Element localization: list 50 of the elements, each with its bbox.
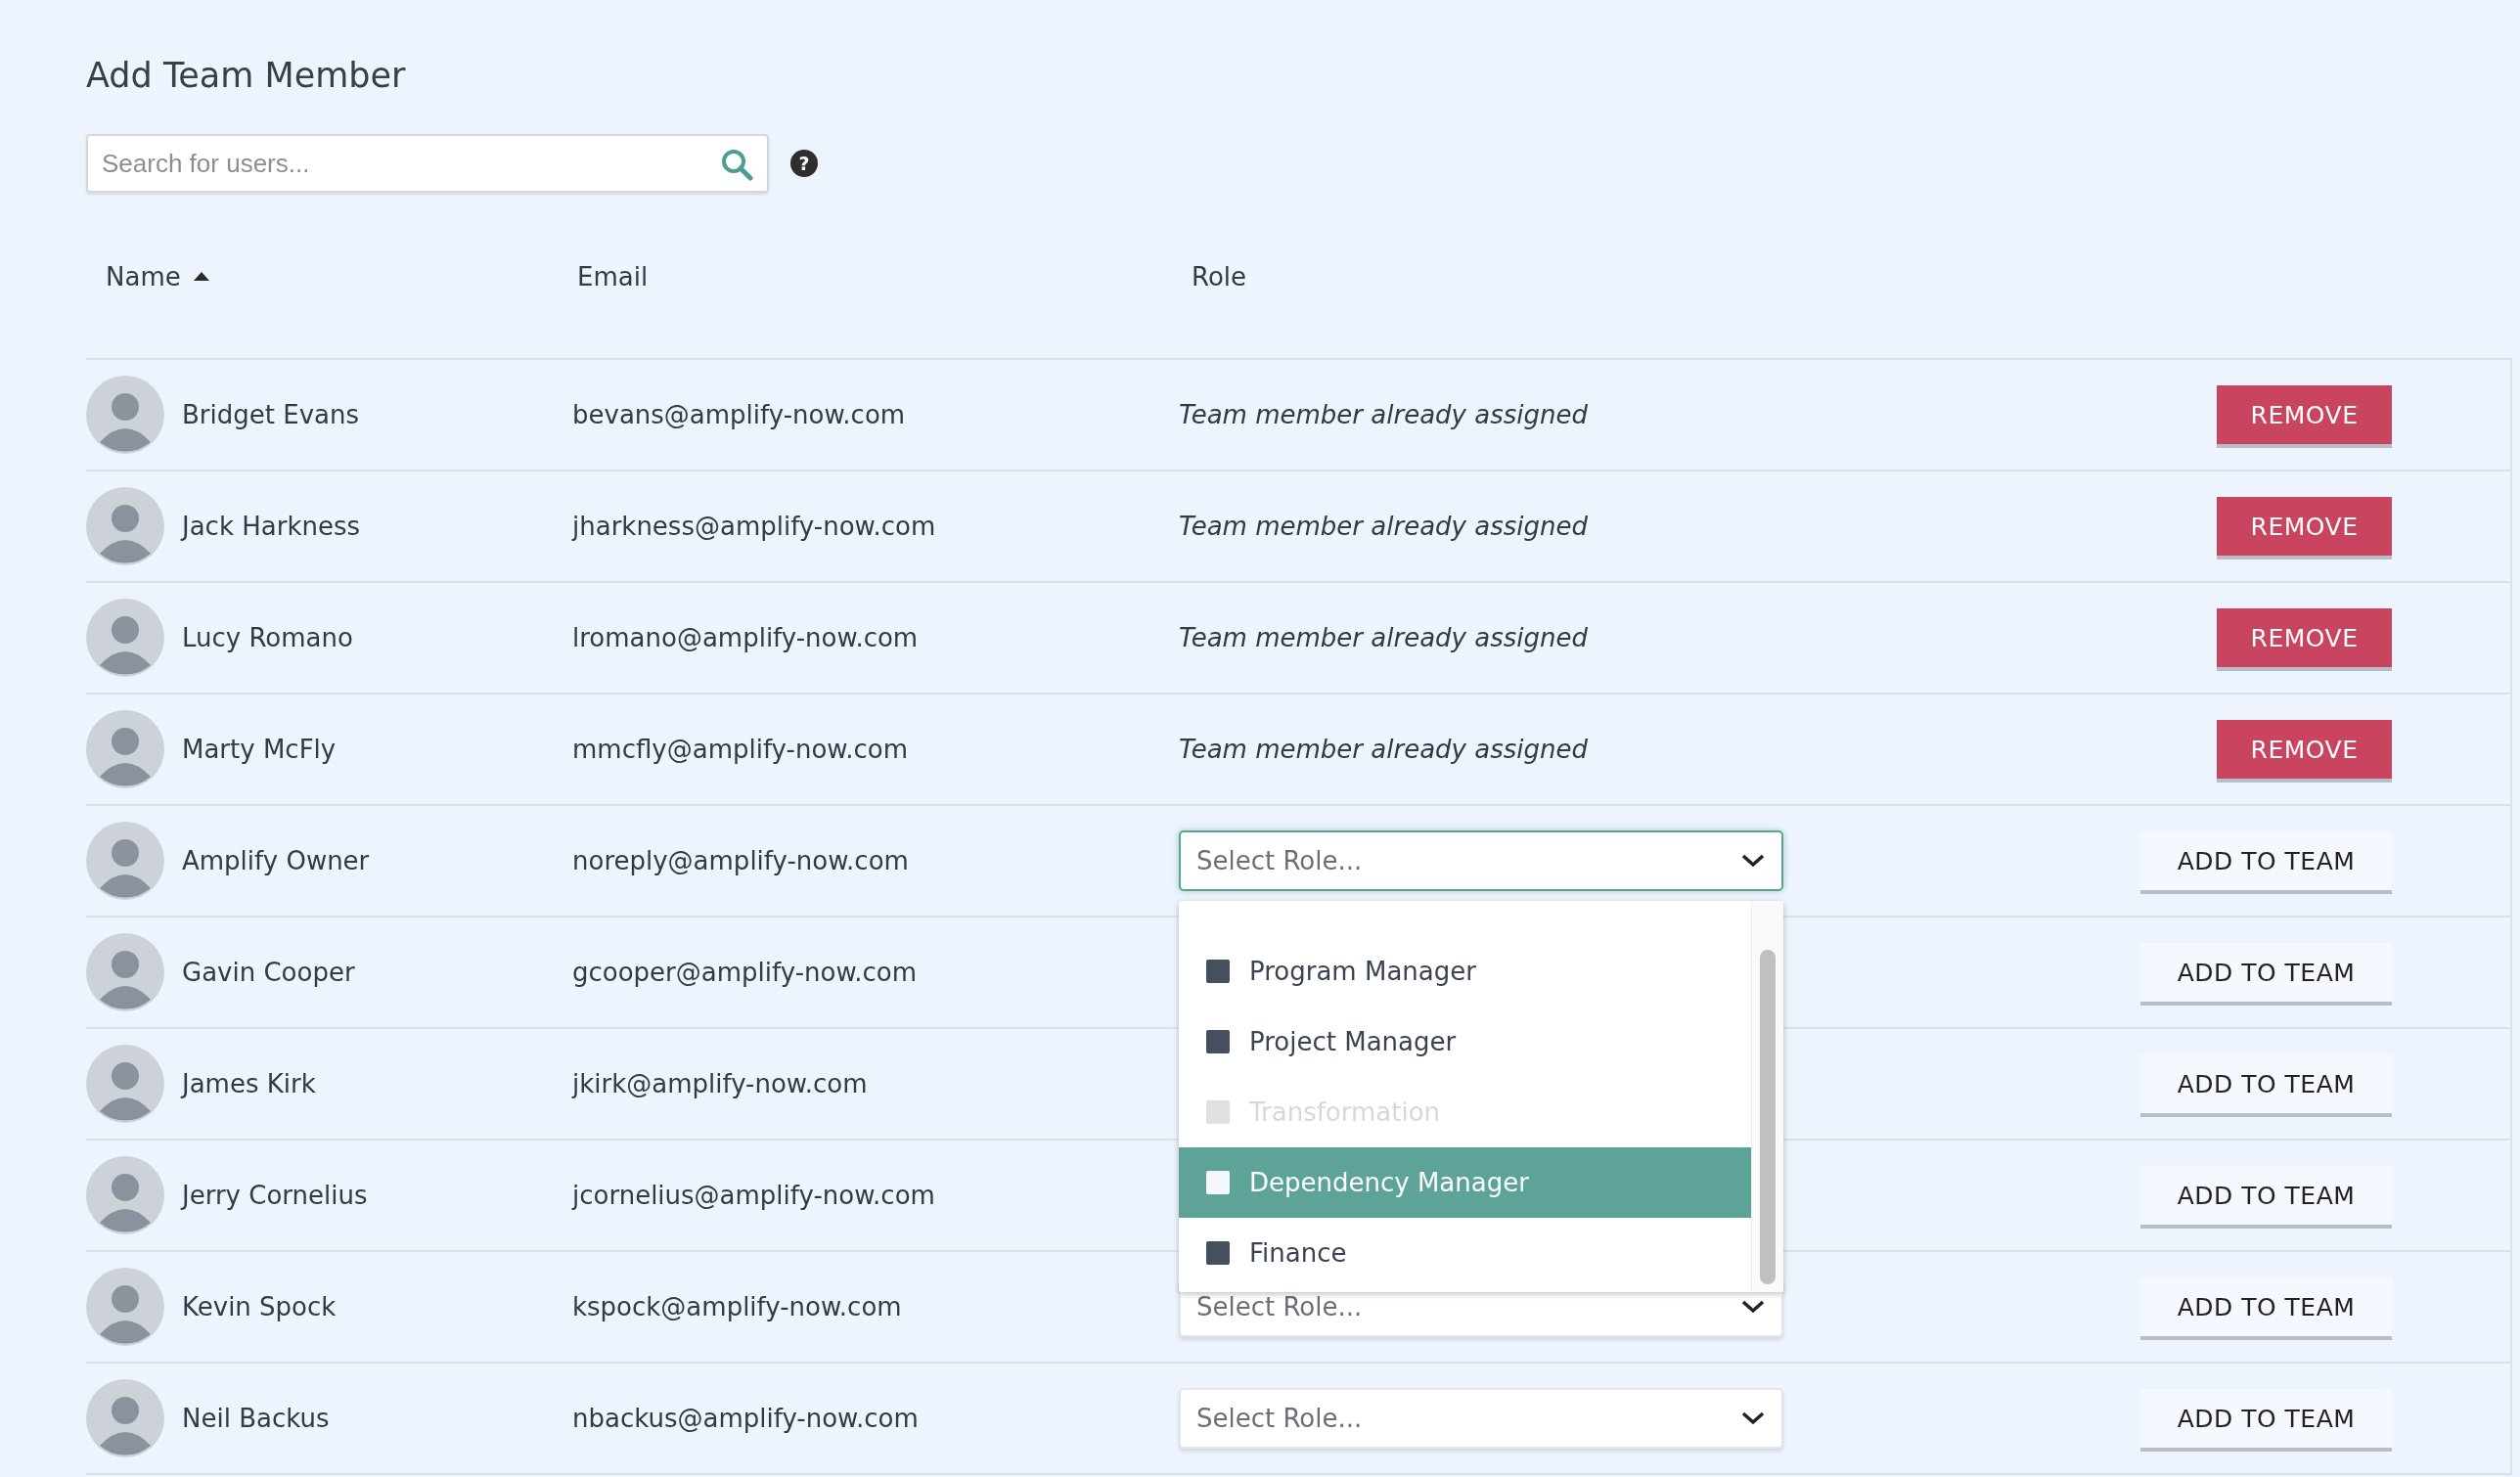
member-email: gcooper@amplify-now.com	[572, 958, 918, 987]
member-email: jkirk@amplify-now.com	[572, 1069, 868, 1098]
scrollbar[interactable]	[1751, 901, 1783, 1292]
member-name: James Kirk	[182, 1069, 316, 1098]
chevron-down-icon[interactable]	[1740, 1299, 1766, 1315]
assigned-note: Team member already assigned	[1179, 512, 1588, 541]
member-email: jcornelius@amplify-now.com	[572, 1181, 935, 1210]
member-email: lromano@amplify-now.com	[572, 623, 919, 652]
person-icon	[86, 822, 164, 900]
member-name: Neil Backus	[182, 1404, 330, 1433]
page-title: Add Team Member	[86, 56, 407, 95]
assigned-note: Team member already assigned	[1179, 735, 1588, 764]
chevron-down-icon[interactable]	[1740, 853, 1766, 869]
member-name: Lucy Romano	[182, 623, 353, 652]
member-name: Gavin Cooper	[182, 958, 355, 987]
person-icon	[86, 1268, 164, 1346]
column-header[interactable]: Name	[106, 261, 181, 291]
assigned-note: Team member already assigned	[1179, 623, 1588, 652]
member-email: jharkness@amplify-now.com	[572, 512, 936, 541]
member-email: noreply@amplify-now.com	[572, 846, 909, 875]
role-select[interactable]: Select Role...	[1179, 830, 1783, 891]
member-name: Marty McFly	[182, 735, 337, 764]
member-email: nbackus@amplify-now.com	[572, 1404, 919, 1433]
person-icon	[86, 1156, 164, 1234]
column-header[interactable]: Role	[1192, 261, 1247, 291]
role-option[interactable]: Project Manager	[1179, 1007, 1751, 1077]
search-field[interactable]: Search for users...	[86, 134, 769, 193]
member-email: kspock@amplify-now.com	[572, 1292, 902, 1321]
search-icon[interactable]	[720, 148, 753, 181]
person-icon	[86, 1379, 164, 1457]
member-name: Jack Harkness	[182, 512, 360, 541]
person-icon	[86, 710, 164, 788]
person-icon	[86, 933, 164, 1011]
person-icon	[86, 1045, 164, 1123]
help-icon[interactable]: ?	[790, 150, 818, 177]
chevron-down-icon[interactable]	[1740, 1410, 1766, 1426]
person-icon	[86, 487, 164, 565]
member-name: Bridget Evans	[182, 400, 359, 429]
member-email: bevans@amplify-now.com	[572, 400, 906, 429]
person-icon	[86, 376, 164, 454]
member-name: Amplify Owner	[182, 846, 370, 875]
assigned-note: Team member already assigned	[1179, 400, 1588, 429]
member-name: Kevin Spock	[182, 1292, 337, 1321]
person-icon	[86, 599, 164, 677]
role-option[interactable]: Program Manager	[1179, 936, 1751, 1007]
member-email: mmcfly@amplify-now.com	[572, 735, 908, 764]
sort-icon[interactable]	[192, 271, 210, 282]
role-select[interactable]: Select Role...	[1179, 1388, 1783, 1449]
column-header[interactable]: Email	[577, 261, 649, 291]
member-name: Jerry Cornelius	[182, 1181, 368, 1210]
